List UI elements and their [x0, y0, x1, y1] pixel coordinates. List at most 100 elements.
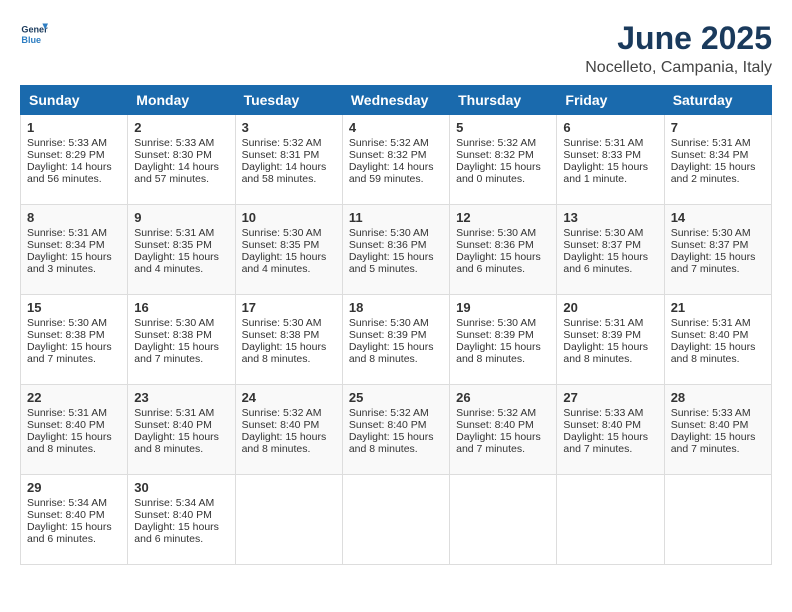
sunrise-line: Sunrise: 5:31 AM [563, 137, 643, 149]
sunset-line: Sunset: 8:39 PM [563, 329, 641, 341]
calendar-cell: 20Sunrise: 5:31 AMSunset: 8:39 PMDayligh… [557, 295, 664, 385]
sunrise-line: Sunrise: 5:30 AM [671, 227, 751, 239]
sunset-line: Sunset: 8:39 PM [456, 329, 534, 341]
sunset-line: Sunset: 8:31 PM [242, 149, 320, 161]
calendar-row: 29Sunrise: 5:34 AMSunset: 8:40 PMDayligh… [21, 475, 772, 565]
calendar-body: 1Sunrise: 5:33 AMSunset: 8:29 PMDaylight… [21, 115, 772, 565]
day-number: 29 [27, 480, 121, 495]
calendar-table: SundayMondayTuesdayWednesdayThursdayFrid… [20, 85, 772, 565]
sunrise-line: Sunrise: 5:32 AM [349, 407, 429, 419]
calendar-cell: 27Sunrise: 5:33 AMSunset: 8:40 PMDayligh… [557, 385, 664, 475]
weekday-header: Thursday [450, 86, 557, 115]
sunset-line: Sunset: 8:40 PM [563, 419, 641, 431]
daylight-line: Daylight: 15 hours and 7 minutes. [456, 431, 541, 455]
calendar-cell: 8Sunrise: 5:31 AMSunset: 8:34 PMDaylight… [21, 205, 128, 295]
calendar-cell [557, 475, 664, 565]
weekday-header: Saturday [664, 86, 771, 115]
calendar-cell: 11Sunrise: 5:30 AMSunset: 8:36 PMDayligh… [342, 205, 449, 295]
daylight-line: Daylight: 15 hours and 6 minutes. [27, 521, 112, 545]
day-number: 17 [242, 300, 336, 315]
day-number: 3 [242, 120, 336, 135]
calendar-cell [235, 475, 342, 565]
sunset-line: Sunset: 8:40 PM [134, 419, 212, 431]
calendar-cell: 5Sunrise: 5:32 AMSunset: 8:32 PMDaylight… [450, 115, 557, 205]
sunrise-line: Sunrise: 5:31 AM [27, 227, 107, 239]
sunrise-line: Sunrise: 5:32 AM [456, 407, 536, 419]
weekday-header: Wednesday [342, 86, 449, 115]
sunrise-line: Sunrise: 5:34 AM [134, 497, 214, 509]
sunrise-line: Sunrise: 5:31 AM [563, 317, 643, 329]
sunrise-line: Sunrise: 5:33 AM [671, 407, 751, 419]
calendar-cell: 15Sunrise: 5:30 AMSunset: 8:38 PMDayligh… [21, 295, 128, 385]
sunrise-line: Sunrise: 5:31 AM [134, 407, 214, 419]
calendar-cell: 9Sunrise: 5:31 AMSunset: 8:35 PMDaylight… [128, 205, 235, 295]
sunrise-line: Sunrise: 5:32 AM [242, 137, 322, 149]
page-header: General Blue June 2025 Nocelleto, Campan… [20, 20, 772, 77]
calendar-cell: 19Sunrise: 5:30 AMSunset: 8:39 PMDayligh… [450, 295, 557, 385]
calendar-cell: 18Sunrise: 5:30 AMSunset: 8:39 PMDayligh… [342, 295, 449, 385]
calendar-cell: 30Sunrise: 5:34 AMSunset: 8:40 PMDayligh… [128, 475, 235, 565]
day-number: 9 [134, 210, 228, 225]
day-number: 12 [456, 210, 550, 225]
sunset-line: Sunset: 8:37 PM [671, 239, 749, 251]
daylight-line: Daylight: 14 hours and 57 minutes. [134, 161, 219, 185]
daylight-line: Daylight: 15 hours and 8 minutes. [349, 431, 434, 455]
sunset-line: Sunset: 8:35 PM [242, 239, 320, 251]
calendar-cell: 1Sunrise: 5:33 AMSunset: 8:29 PMDaylight… [21, 115, 128, 205]
sunset-line: Sunset: 8:40 PM [671, 419, 749, 431]
calendar-cell: 24Sunrise: 5:32 AMSunset: 8:40 PMDayligh… [235, 385, 342, 475]
daylight-line: Daylight: 15 hours and 4 minutes. [242, 251, 327, 275]
day-number: 2 [134, 120, 228, 135]
weekday-header: Sunday [21, 86, 128, 115]
sunrise-line: Sunrise: 5:33 AM [563, 407, 643, 419]
sunrise-line: Sunrise: 5:31 AM [27, 407, 107, 419]
daylight-line: Daylight: 15 hours and 8 minutes. [671, 341, 756, 365]
calendar-cell [342, 475, 449, 565]
daylight-line: Daylight: 15 hours and 8 minutes. [242, 341, 327, 365]
sunset-line: Sunset: 8:32 PM [456, 149, 534, 161]
calendar-cell: 10Sunrise: 5:30 AMSunset: 8:35 PMDayligh… [235, 205, 342, 295]
sunset-line: Sunset: 8:36 PM [349, 239, 427, 251]
daylight-line: Daylight: 15 hours and 8 minutes. [349, 341, 434, 365]
daylight-line: Daylight: 15 hours and 8 minutes. [242, 431, 327, 455]
title-area: June 2025 Nocelleto, Campania, Italy [585, 20, 772, 77]
weekday-header: Monday [128, 86, 235, 115]
sunrise-line: Sunrise: 5:30 AM [242, 317, 322, 329]
sunrise-line: Sunrise: 5:30 AM [563, 227, 643, 239]
calendar-cell: 26Sunrise: 5:32 AMSunset: 8:40 PMDayligh… [450, 385, 557, 475]
sunset-line: Sunset: 8:38 PM [134, 329, 212, 341]
calendar-cell: 28Sunrise: 5:33 AMSunset: 8:40 PMDayligh… [664, 385, 771, 475]
daylight-line: Daylight: 15 hours and 5 minutes. [349, 251, 434, 275]
day-number: 10 [242, 210, 336, 225]
calendar-cell: 23Sunrise: 5:31 AMSunset: 8:40 PMDayligh… [128, 385, 235, 475]
weekday-header: Tuesday [235, 86, 342, 115]
daylight-line: Daylight: 15 hours and 3 minutes. [27, 251, 112, 275]
daylight-line: Daylight: 15 hours and 7 minutes. [563, 431, 648, 455]
daylight-line: Daylight: 15 hours and 2 minutes. [671, 161, 756, 185]
sunrise-line: Sunrise: 5:30 AM [349, 227, 429, 239]
day-number: 26 [456, 390, 550, 405]
calendar-cell: 29Sunrise: 5:34 AMSunset: 8:40 PMDayligh… [21, 475, 128, 565]
day-number: 8 [27, 210, 121, 225]
calendar-cell: 6Sunrise: 5:31 AMSunset: 8:33 PMDaylight… [557, 115, 664, 205]
location-title: Nocelleto, Campania, Italy [585, 59, 772, 77]
calendar-cell: 4Sunrise: 5:32 AMSunset: 8:32 PMDaylight… [342, 115, 449, 205]
daylight-line: Daylight: 15 hours and 7 minutes. [27, 341, 112, 365]
sunset-line: Sunset: 8:33 PM [563, 149, 641, 161]
sunset-line: Sunset: 8:36 PM [456, 239, 534, 251]
day-number: 4 [349, 120, 443, 135]
calendar-cell: 25Sunrise: 5:32 AMSunset: 8:40 PMDayligh… [342, 385, 449, 475]
sunset-line: Sunset: 8:29 PM [27, 149, 105, 161]
day-number: 14 [671, 210, 765, 225]
day-number: 22 [27, 390, 121, 405]
day-number: 19 [456, 300, 550, 315]
daylight-line: Daylight: 15 hours and 6 minutes. [563, 251, 648, 275]
day-number: 15 [27, 300, 121, 315]
logo-icon: General Blue [20, 20, 48, 48]
sunrise-line: Sunrise: 5:32 AM [456, 137, 536, 149]
daylight-line: Daylight: 15 hours and 6 minutes. [456, 251, 541, 275]
calendar-cell: 7Sunrise: 5:31 AMSunset: 8:34 PMDaylight… [664, 115, 771, 205]
sunset-line: Sunset: 8:40 PM [349, 419, 427, 431]
day-number: 24 [242, 390, 336, 405]
day-number: 28 [671, 390, 765, 405]
